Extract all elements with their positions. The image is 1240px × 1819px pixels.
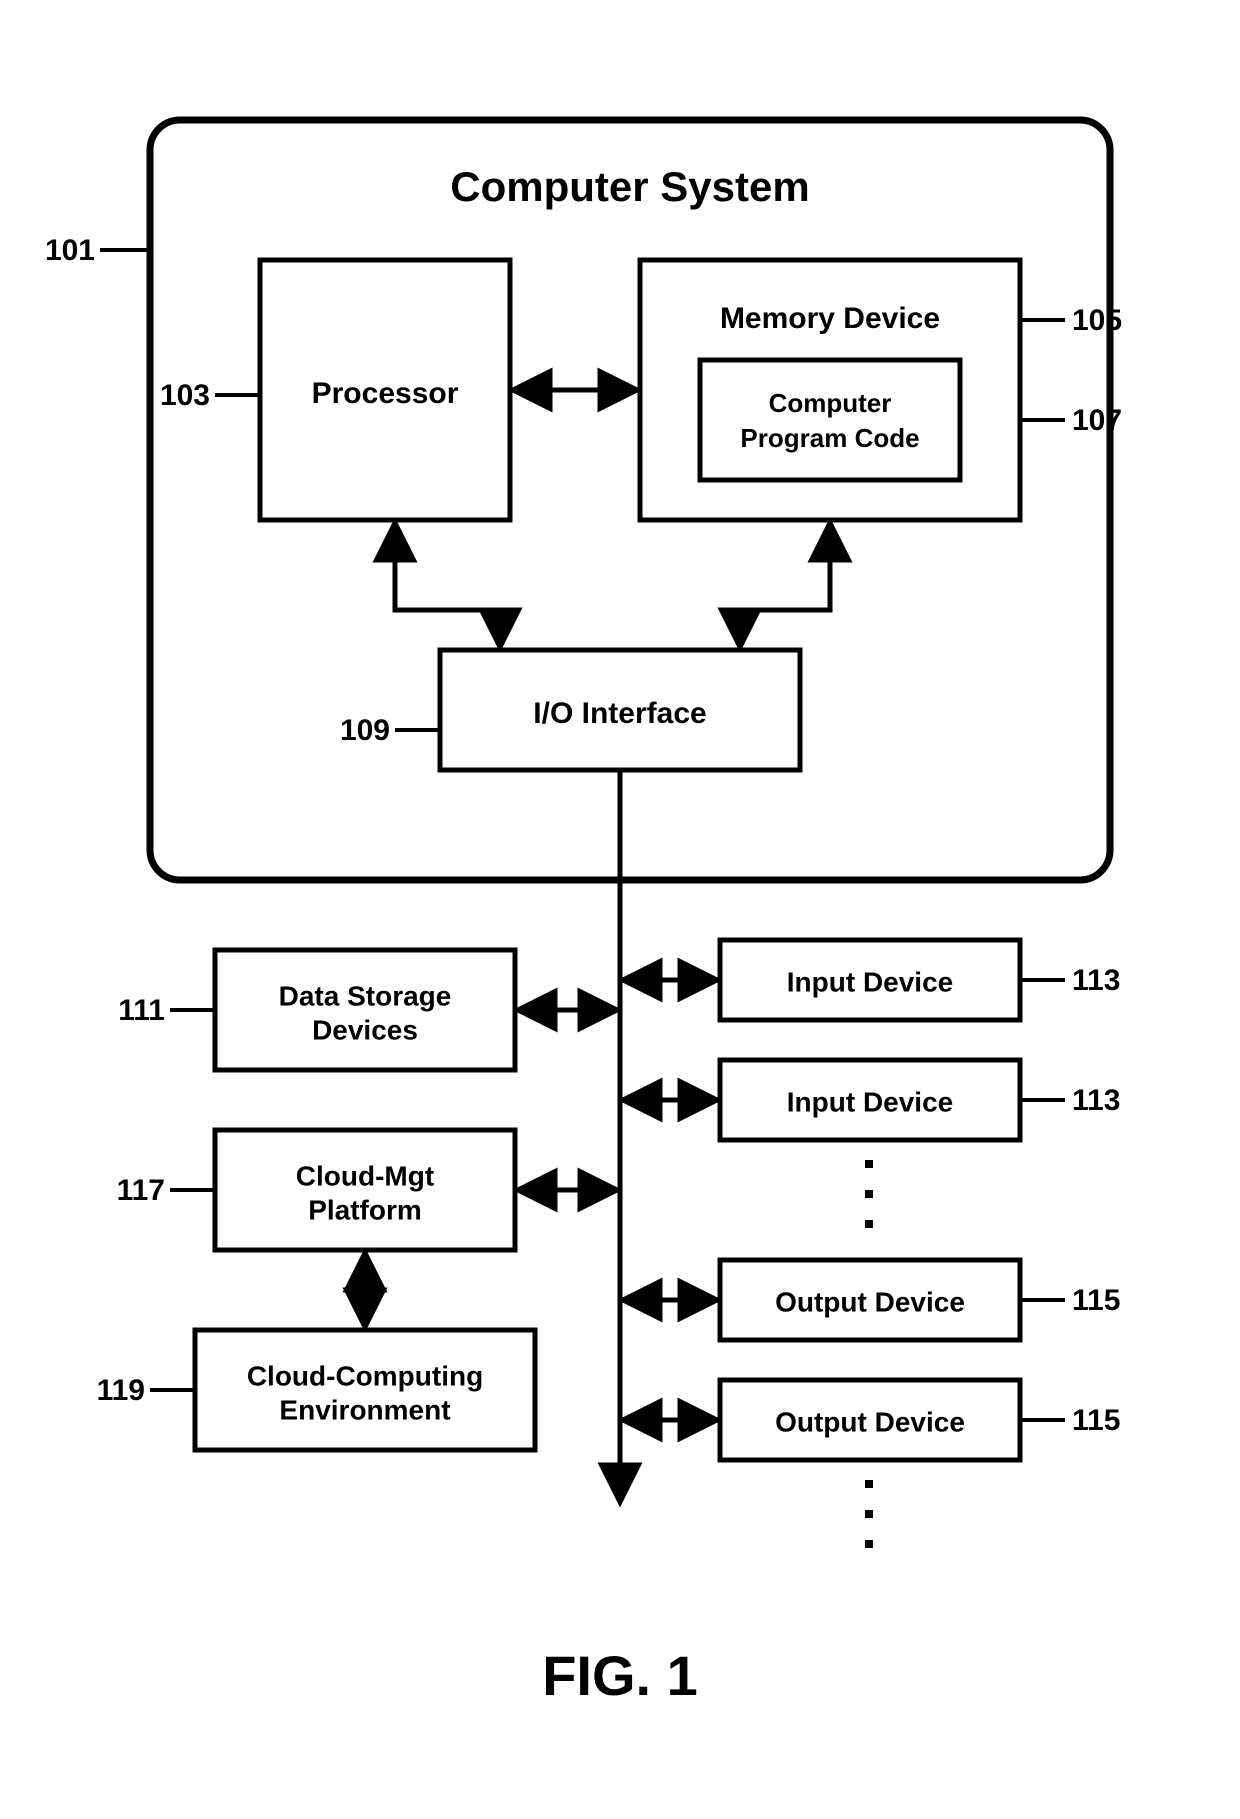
input-device-label-2: Input Device bbox=[787, 1086, 953, 1117]
cloud-env-label-2: Environment bbox=[279, 1394, 450, 1425]
output-device-label-2: Output Device bbox=[775, 1406, 965, 1437]
program-code-label-2: Program Code bbox=[740, 423, 919, 453]
memory-io-arrow bbox=[740, 525, 830, 645]
processor-label: Processor bbox=[312, 377, 459, 410]
ellipsis-inputs bbox=[865, 1160, 873, 1228]
ellipsis-outputs bbox=[865, 1480, 873, 1548]
ref-117: 117 bbox=[117, 1174, 165, 1207]
cloud-mgt-label-1: Cloud-Mgt bbox=[296, 1160, 434, 1191]
ref-115b: 115 bbox=[1072, 1404, 1120, 1437]
ref-119: 119 bbox=[97, 1374, 145, 1407]
figure-caption: FIG. 1 bbox=[542, 1644, 698, 1707]
cloud-env-label-1: Cloud-Computing bbox=[247, 1360, 483, 1391]
program-code-box bbox=[700, 360, 960, 480]
ref-103: 103 bbox=[160, 379, 210, 412]
cloud-mgt-label-2: Platform bbox=[308, 1194, 422, 1225]
computer-system-title: Computer System bbox=[450, 163, 809, 210]
data-storage-label-2: Devices bbox=[312, 1014, 418, 1045]
program-code-label-1: Computer bbox=[769, 388, 892, 418]
ref-113b: 113 bbox=[1072, 1084, 1120, 1117]
ref-109: 109 bbox=[340, 714, 390, 747]
memory-device-label: Memory Device bbox=[720, 302, 940, 335]
ref-107: 107 bbox=[1072, 404, 1122, 437]
input-device-label-1: Input Device bbox=[787, 966, 953, 997]
ref-101: 101 bbox=[45, 234, 95, 267]
processor-io-arrow bbox=[395, 525, 500, 645]
ref-111: 111 bbox=[118, 994, 165, 1027]
io-interface-label: I/O Interface bbox=[533, 697, 706, 730]
ref-115a: 115 bbox=[1072, 1284, 1120, 1317]
output-device-label-1: Output Device bbox=[775, 1286, 965, 1317]
computer-system-box bbox=[150, 120, 1110, 880]
ref-113a: 113 bbox=[1072, 964, 1120, 997]
ref-105: 105 bbox=[1072, 304, 1122, 337]
data-storage-label-1: Data Storage bbox=[279, 980, 452, 1011]
